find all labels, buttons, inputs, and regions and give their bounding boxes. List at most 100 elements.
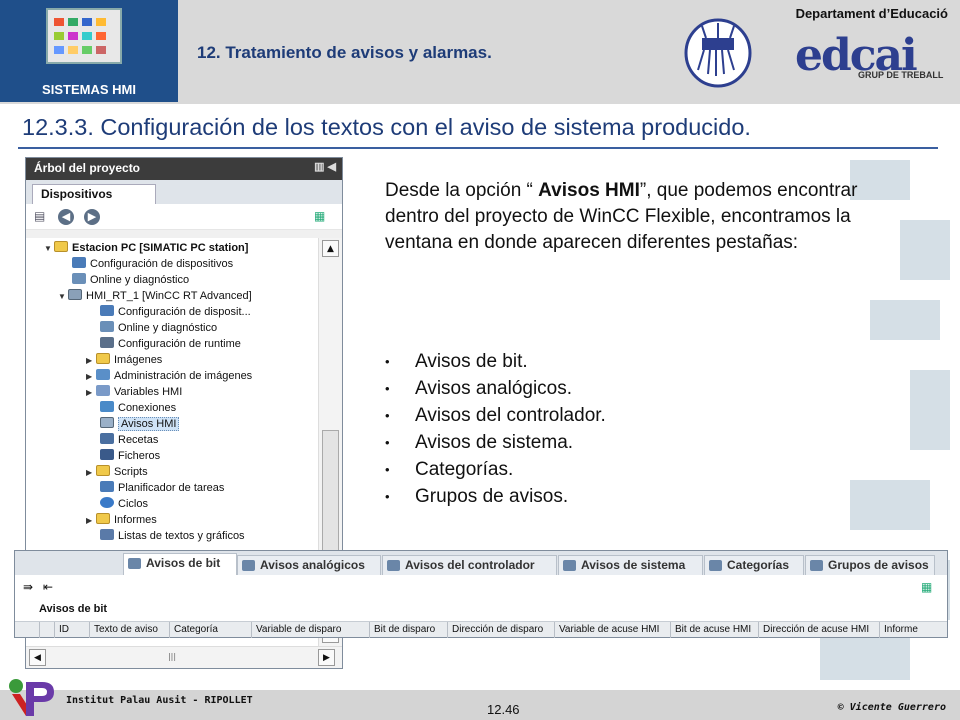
table-settings-icon[interactable]: ▦ [921,580,932,594]
insert-row-icon[interactable]: ⇛ [23,580,33,594]
tab-dispositivos[interactable]: Dispositivos [32,184,156,204]
alarm-types-list: • Avisos de bit. • Avisos analógicos. • Avi… [385,348,606,510]
device-config-icon [72,257,86,268]
export-icon[interactable]: ⇤ [43,580,53,594]
footer-band: Institut Palau Ausit - RIPOLLET 12.46 © … [0,690,960,720]
image-management-icon [96,369,110,380]
online-diagnostics-icon [100,321,114,332]
tree-item-estacion-pc[interactable]: ▼ Estacion PC [SIMATIC PC station] [44,240,248,256]
controller-alarm-icon [387,560,400,571]
bit-alarms-section-title: Avisos de bit [39,603,108,615]
section-title: 12. Tratamiento de avisos y alarmas. [197,43,492,62]
column-alarm-text[interactable]: Texto de aviso [89,622,169,638]
tree-item-connections[interactable]: Conexiones [100,400,176,416]
column-report[interactable]: Informe [879,622,947,638]
tree-item-device-config[interactable]: Configuración de dispositivos [72,256,233,272]
column-ack-tag[interactable]: Variable de acuse HMI [554,622,670,638]
hmi-logo: SISTEMAS HMI [0,0,178,102]
tree-item-recipes[interactable]: Recetas [100,432,158,448]
tree-horizontal-scrollbar[interactable]: ◀ ||| ▶ [26,646,342,668]
column-trigger-address[interactable]: Dirección de disparo [447,622,554,638]
title-divider [18,147,938,149]
hmi-runtime-icon [68,289,82,300]
collapsed-arrow-icon[interactable]: ▶ [86,353,96,369]
text-graphic-lists-icon [100,529,114,540]
reports-icon [96,513,110,524]
brand-subtitle: GRUP DE TREBALL [858,70,944,80]
online-diagnostics-icon [72,273,86,284]
folder-icon [96,353,110,364]
forward-icon[interactable]: ▶ [84,209,100,225]
tree-toolbar: ▤ ◀ ▶ ▦ [26,204,342,230]
alarm-toolbar: ⇛ ⇤ ▦ [15,577,947,599]
tree-item-logs[interactable]: Ficheros [100,448,160,464]
logo-caption: SISTEMAS HMI [42,82,136,97]
page-number: 12.46 [487,702,520,717]
tab-controller-alarms[interactable]: Avisos del controlador [382,555,557,575]
new-item-icon[interactable]: ▤ [34,209,45,223]
collapsed-arrow-icon[interactable]: ▶ [86,369,96,385]
list-item: • Avisos analógicos. [385,375,606,402]
collapse-panel-icon[interactable]: ◀ [328,161,336,173]
tab-alarm-groups[interactable]: Grupos de avisos [805,555,935,575]
tree-item-imagenes[interactable]: ▶ Imágenes [86,352,162,368]
tree-item-reports[interactable]: ▶ Informes [86,512,157,528]
tree-item-hmi-tags[interactable]: ▶ Variables HMI [86,384,182,400]
column-ack-address[interactable]: Dirección de acuse HMI [758,622,879,638]
collapsed-arrow-icon[interactable]: ▶ [86,513,96,529]
collapsed-arrow-icon[interactable]: ▶ [86,385,96,401]
tree-item-hmi-alarms[interactable]: Avisos HMI [100,416,180,432]
bullet-icon: • [385,381,390,396]
bullet-icon: • [385,408,390,423]
categories-icon [709,560,722,571]
analog-alarm-icon [242,560,255,571]
tree-item-online-diag[interactable]: Online y diagnóstico [72,272,189,288]
tree-item-cycles[interactable]: Ciclos [100,496,148,512]
project-tree-title: Árbol del proyecto [34,161,141,175]
row-selector-column [39,622,53,638]
column-id[interactable]: ID [54,622,89,638]
tree-item-runtime-config[interactable]: Configuración de runtime [100,336,241,352]
overview-icon[interactable]: ▦ [314,209,325,223]
project-tree-header: Árbol del proyecto ▥ ◀ [26,158,342,180]
scroll-grip-icon[interactable]: ||| [161,649,183,666]
column-ack-bit[interactable]: Bit de acuse HMI [670,622,758,638]
institute-logo-icon [9,679,54,716]
tree-item-text-lists[interactable]: Listas de textos y gráficos [100,528,245,544]
tab-system-alarms[interactable]: Avisos de sistema [558,555,703,575]
tree-item-image-admin[interactable]: ▶ Administración de imágenes [86,368,252,384]
connections-icon [100,401,114,412]
tags-icon [96,385,110,396]
header-band: SISTEMAS HMI 12. Tratamiento de avisos y… [0,0,960,104]
tree-item-online-diag-2[interactable]: Online y diagnóstico [100,320,217,336]
scroll-right-icon[interactable]: ▶ [318,649,335,666]
tree-item-scheduler[interactable]: Planificador de tareas [100,480,224,496]
tab-bit-alarms[interactable]: Avisos de bit [123,553,237,575]
tab-analog-alarms[interactable]: Avisos analógicos [237,555,381,575]
hmi-alarms-editor: Avisos de bit Avisos analógicos Avisos d… [14,550,948,638]
collapsed-arrow-icon[interactable]: ▶ [86,465,96,481]
system-alarm-icon [563,560,576,571]
scroll-up-icon[interactable]: ▲ [322,240,339,257]
column-category[interactable]: Categoría [169,622,251,638]
back-icon[interactable]: ◀ [58,209,74,225]
list-item: • Avisos de sistema. [385,429,606,456]
recipes-icon [100,433,114,444]
tree-item-scripts[interactable]: ▶ Scripts [86,464,148,480]
alarms-icon [100,417,114,428]
expanded-arrow-icon[interactable]: ▼ [58,289,68,305]
list-item: • Categorías. [385,456,606,483]
tree-item-hmi-rt[interactable]: ▼ HMI_RT_1 [WinCC RT Advanced] [58,288,252,304]
pin-panel-icon[interactable]: ▥ [314,161,324,173]
author-credit: © Vicente Guerrero [837,702,946,713]
runtime-config-icon [100,337,114,348]
list-item: • Avisos de bit. [385,348,606,375]
column-trigger-bit[interactable]: Bit de disparo [369,622,447,638]
scroll-left-icon[interactable]: ◀ [29,649,46,666]
tab-categories[interactable]: Categorías [704,555,804,575]
device-config-icon [100,305,114,316]
scheduler-icon [100,481,114,492]
tree-item-device-config-2[interactable]: Configuración de disposit... [100,304,251,320]
column-trigger-tag[interactable]: Variable de disparo [251,622,369,638]
expanded-arrow-icon[interactable]: ▼ [44,241,54,257]
